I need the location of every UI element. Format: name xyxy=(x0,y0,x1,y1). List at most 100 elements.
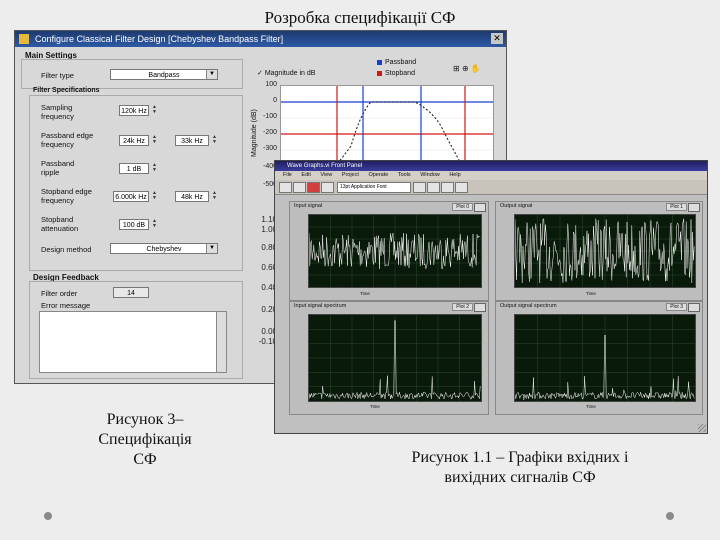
stopband-edge-low-input[interactable]: 6.000k Hz xyxy=(113,191,149,202)
plot-legend[interactable]: Plot 3 xyxy=(666,303,687,311)
passband-ripple-input[interactable]: 1 dB xyxy=(119,163,149,174)
caption-right-line: вихідних сигналів СФ xyxy=(444,469,596,486)
pause-icon[interactable] xyxy=(321,182,334,193)
graph-palette-icon[interactable] xyxy=(474,303,486,312)
spectrum-trace-output xyxy=(515,315,695,401)
filter-window-titlebar[interactable]: Configure Classical Filter Design [Cheby… xyxy=(15,31,506,47)
passband-edge-label: Passband edge frequency xyxy=(41,131,94,149)
x-axis-label: Time xyxy=(586,404,596,409)
y-tick: -200 xyxy=(262,129,277,136)
plot-name-text: Magnitude in dB xyxy=(264,70,316,77)
spectrum-plot-output[interactable] xyxy=(514,314,696,402)
filter-window-title: Configure Classical Filter Design [Cheby… xyxy=(35,34,284,44)
stopband-attenuation-input[interactable]: 100 dB xyxy=(119,219,149,230)
zoom-tool-icon[interactable]: ⊕ xyxy=(462,64,469,73)
stopband-attenuation-label: Stopband attenuation xyxy=(41,215,79,233)
graph-panel-output: Output signal Plot 1 Time xyxy=(495,201,703,301)
cursor-tool-icon[interactable]: ⊞ xyxy=(453,64,460,73)
filter-order-label: Filter order xyxy=(41,289,78,298)
waveform-plot-input[interactable] xyxy=(308,214,482,288)
labview-app-icon xyxy=(19,34,29,44)
menu-file[interactable]: File xyxy=(283,172,292,178)
x-axis-label: Time xyxy=(360,291,370,296)
font-selector[interactable]: 13pt Application Font xyxy=(337,182,411,193)
run-continuously-icon[interactable] xyxy=(293,182,306,193)
passband-ripple-label: Passband ripple xyxy=(41,159,75,177)
plot-legend[interactable]: Plot 0 xyxy=(452,203,473,211)
graph-palette-icon[interactable] xyxy=(688,203,700,212)
stopband-edge-low-spinner[interactable]: ▲ ▼ xyxy=(151,191,158,202)
chevron-down-icon[interactable]: ▼ xyxy=(206,244,217,253)
wave-window-toolbar: 13pt Application Font xyxy=(275,180,707,195)
legend-stopband: Stopband xyxy=(377,70,415,77)
menu-window[interactable]: Window xyxy=(420,172,440,178)
y-tick: 100 xyxy=(265,81,277,88)
resize-icon[interactable] xyxy=(441,182,454,193)
graph-palette-icon[interactable] xyxy=(474,203,486,212)
menu-edit[interactable]: Edit xyxy=(301,172,310,178)
graph-palette-icon[interactable] xyxy=(688,303,700,312)
graph-panel-input: Input signal Plot 0 Time xyxy=(289,201,489,301)
abort-icon[interactable] xyxy=(307,182,320,193)
stopband-edge-high-input[interactable]: 48k Hz xyxy=(175,191,209,202)
y-tick: -100 xyxy=(262,113,277,120)
waveform-trace-output xyxy=(515,215,695,287)
run-arrow-icon[interactable] xyxy=(279,182,292,193)
sampling-frequency-spinner[interactable]: ▲ ▼ xyxy=(151,105,158,116)
plot-legend[interactable]: Plot 2 xyxy=(452,303,473,311)
passband-edge-low-input[interactable]: 24k Hz xyxy=(119,135,149,146)
passband-edge-high-input[interactable]: 33k Hz xyxy=(175,135,209,146)
waveform-trace-input xyxy=(309,215,481,287)
graph-title: Output signal spectrum xyxy=(500,303,557,309)
passband-edge-low-spinner[interactable]: ▲ ▼ xyxy=(151,135,158,146)
passband-swatch xyxy=(377,59,382,65)
pan-tool-icon[interactable]: ✋ xyxy=(471,64,481,73)
spectrum-plot-input[interactable] xyxy=(308,314,482,402)
wave-graphs-window: Wave Graphs.vi Front Panel File Edit Vie… xyxy=(274,160,708,434)
plot-legend[interactable]: Plot 1 xyxy=(666,203,687,211)
graph-panel-input-spectrum: Input signal spectrum Plot 2 Time xyxy=(289,301,489,415)
design-method-select[interactable]: Chebyshev ▼ xyxy=(110,243,218,254)
sampling-frequency-input[interactable]: 120k Hz xyxy=(119,105,149,116)
graph-panel-output-spectrum: Output signal spectrum Plot 3 Time xyxy=(495,301,703,415)
slide-bullet-dot xyxy=(666,512,674,520)
stopband-attenuation-spinner[interactable]: ▲ ▼ xyxy=(151,219,158,230)
wave-window-titlebar[interactable]: Wave Graphs.vi Front Panel xyxy=(275,161,707,171)
align-icon[interactable] xyxy=(413,182,426,193)
y-tick: 0 xyxy=(273,97,277,104)
graph-title: Output signal xyxy=(500,203,533,209)
distribute-icon[interactable] xyxy=(427,182,440,193)
error-message-scrollbar[interactable] xyxy=(216,312,226,372)
window-resize-grip[interactable] xyxy=(698,424,706,432)
wave-window-menubar: File Edit View Project Operate Tools Win… xyxy=(275,171,707,180)
filter-order-value: 14 xyxy=(113,287,149,298)
passband-ripple-spinner[interactable]: ▲ ▼ xyxy=(151,163,158,174)
close-icon[interactable]: ✕ xyxy=(491,33,503,44)
reorder-icon[interactable] xyxy=(455,182,468,193)
caption-left-line: Специфікація xyxy=(98,431,192,448)
error-message-label: Error message xyxy=(41,301,91,310)
slide-title: Розробка специфікації СФ xyxy=(264,8,456,27)
graph-palette[interactable]: ⊞ ⊕ ✋ xyxy=(453,64,481,73)
caption-left: Рисунок 3– Специфікація СФ xyxy=(70,410,220,470)
menu-tools[interactable]: Tools xyxy=(398,172,411,178)
waveform-plot-output[interactable] xyxy=(514,214,696,288)
filter-specs-heading: Filter Specifications xyxy=(33,87,100,94)
legend-passband: Passband xyxy=(377,59,416,66)
menu-project[interactable]: Project xyxy=(342,172,359,178)
graph-title: Input signal xyxy=(294,203,323,209)
menu-view[interactable]: View xyxy=(320,172,332,178)
spectrum-trace xyxy=(515,334,695,401)
filter-type-select[interactable]: Bandpass ▼ xyxy=(110,69,218,80)
stopband-edge-high-spinner[interactable]: ▲ ▼ xyxy=(211,191,218,202)
x-axis-label: Time xyxy=(586,291,596,296)
error-message-box[interactable] xyxy=(39,311,227,373)
passband-edge-high-spinner[interactable]: ▲ ▼ xyxy=(211,135,218,146)
y-tick: -300 xyxy=(262,145,277,152)
caption-left-line: СФ xyxy=(133,451,157,468)
plot-name-label: ✓ Magnitude in dB xyxy=(257,70,316,77)
chevron-down-icon[interactable]: ▼ xyxy=(206,70,217,79)
menu-operate[interactable]: Operate xyxy=(368,172,388,178)
menu-help[interactable]: Help xyxy=(449,172,460,178)
stopband-swatch xyxy=(377,70,382,76)
